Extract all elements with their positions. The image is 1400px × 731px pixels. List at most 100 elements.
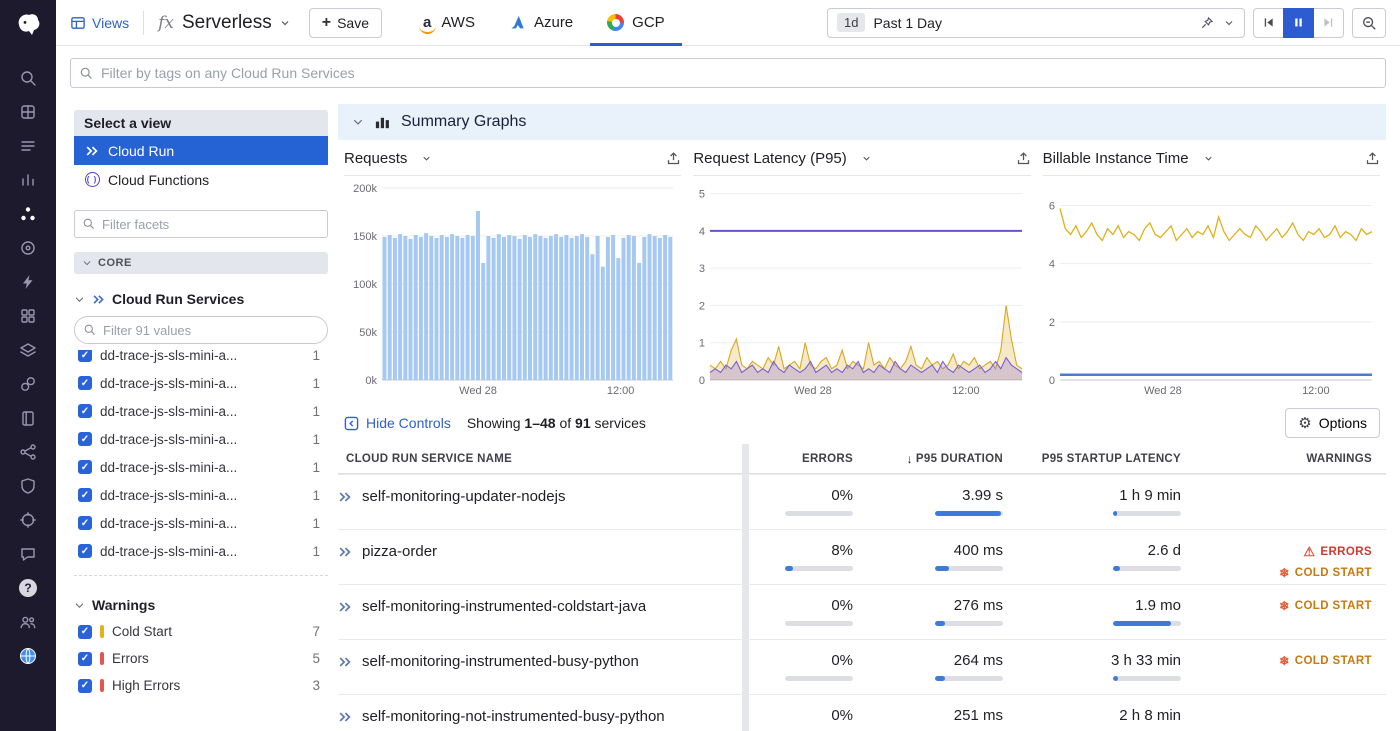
col-header-duration[interactable]: ↓ P95 DURATION [853,452,1003,466]
chart-title[interactable]: Billable Instance Time [1043,150,1189,167]
chart-title[interactable]: Request Latency (P95) [693,150,846,167]
checkbox-checked-icon[interactable]: ✓ [78,488,92,502]
page-title-dropdown[interactable]: fx Serverless [158,12,291,34]
network-icon[interactable] [18,442,38,462]
checkbox-checked-icon[interactable]: ✓ [78,404,92,418]
main-content: Summary Graphs Requests 0k50k100k150k200… [338,96,1400,731]
chart-title[interactable]: Requests [344,150,407,167]
options-button[interactable]: ⚙ Options [1285,408,1380,438]
service-name: pizza-order [362,543,437,560]
time-range-picker[interactable]: 1d Past 1 Day [827,8,1245,38]
service-checkbox-row[interactable]: ✓dd-trace-js-sls-mini-a...1 [74,537,328,565]
checkbox-checked-icon[interactable]: ✓ [78,350,92,362]
service-checkbox-row[interactable]: ✓dd-trace-js-sls-mini-a...1 [74,397,328,425]
export-icon[interactable] [1016,151,1031,166]
service-catalog-icon[interactable] [18,340,38,360]
table-row[interactable]: self-monitoring-instrumented-busy-python… [338,639,1386,694]
cold-start-badge[interactable]: ❄COLD START [1181,655,1372,667]
checkbox-checked-icon[interactable]: ✓ [78,544,92,558]
export-icon[interactable] [1365,151,1380,166]
table-row[interactable]: self-monitoring-not-instrumented-busy-py… [338,694,1386,731]
checkbox-checked-icon[interactable]: ✓ [78,460,92,474]
chevron-down-icon [74,294,85,305]
datadog-logo[interactable] [13,9,43,39]
warning-checkbox-row[interactable]: ✓ High Errors 3 [74,672,328,699]
integrations-icon[interactable] [18,374,38,394]
chevron-down-icon[interactable] [421,153,432,164]
cold-start-badge[interactable]: ❄COLD START [1181,600,1372,612]
service-checkbox-row[interactable]: ✓dd-trace-js-sls-mini-a...1 [74,425,328,453]
col-header-warnings[interactable]: WARNINGS [1181,453,1386,465]
column-scrollbar[interactable] [742,444,749,473]
col-header-errors[interactable]: ERRORS [749,453,853,465]
service-checkbox-row[interactable]: ✓dd-trace-js-sls-mini-a...1 [74,453,328,481]
core-section-header[interactable]: CORE [74,252,328,274]
infrastructure-icon[interactable] [18,102,38,122]
col-header-startup[interactable]: P95 STARTUP LATENCY [1003,453,1181,465]
errors-badge[interactable]: ⚠ERRORS [1181,545,1372,558]
views-button[interactable]: Views [70,15,129,31]
tab-gcp[interactable]: GCP [590,0,682,46]
checkbox-checked-icon[interactable]: ✓ [78,652,92,666]
latency-chart[interactable]: 012345Wed 2812:00 [693,180,1030,398]
service-checkbox-row[interactable]: ✓dd-trace-js-sls-mini-a...1 [74,481,328,509]
notebooks-icon[interactable] [18,408,38,428]
services-facet-header[interactable]: Cloud Run Services [74,286,328,312]
startup-value: 2.6 d [1003,542,1181,559]
table-row[interactable]: pizza-order 8% 400 ms 2.6 d ⚠ERRORS ❄COL… [338,529,1386,584]
cold-start-badge[interactable]: ❄COLD START [1181,567,1372,579]
chat-icon[interactable] [18,544,38,564]
warning-checkbox-row[interactable]: ✓ Errors 5 [74,645,328,672]
logs-icon[interactable] [18,136,38,156]
table-row[interactable]: self-monitoring-updater-nodejs 0% 3.99 s… [338,474,1386,529]
search-icon[interactable] [18,68,38,88]
hide-controls-button[interactable]: Hide Controls [344,415,451,431]
ci-icon[interactable] [18,306,38,326]
chevron-down-icon[interactable] [1203,153,1214,164]
warning-checkbox-row[interactable]: ✓ Cold Start 7 [74,618,328,645]
checkbox-checked-icon[interactable]: ✓ [78,376,92,390]
checkbox-checked-icon[interactable]: ✓ [78,625,92,639]
skip-back-button[interactable] [1253,8,1284,38]
monitors-icon[interactable] [18,510,38,530]
service-filter-input[interactable] [74,316,328,344]
tab-azure[interactable]: Azure [492,0,590,46]
checkbox-checked-icon[interactable]: ✓ [78,432,92,446]
requests-chart[interactable]: 0k50k100k150k200kWed 2812:00 [344,180,681,398]
save-button[interactable]: + Save [309,8,382,38]
table-row[interactable]: self-monitoring-instrumented-coldstart-j… [338,584,1386,639]
pause-button[interactable] [1283,8,1314,38]
chevron-down-icon[interactable] [352,116,364,128]
cloud-run-icon [338,655,352,669]
checkbox-checked-icon[interactable]: ✓ [78,516,92,530]
view-item-cloud-run[interactable]: Cloud Run [74,136,328,165]
tag-filter-input[interactable] [70,58,1386,88]
zoom-out-button[interactable] [1352,8,1386,38]
warnings-facet-header[interactable]: Warnings [74,592,328,618]
organization-icon[interactable] [18,612,38,632]
service-checkbox-row[interactable]: ✓dd-trace-js-sls-mini-a...1 [74,369,328,397]
pin-icon[interactable] [1200,16,1214,30]
view-item-cloud-functions[interactable]: ( ) Cloud Functions [74,165,328,194]
help-icon[interactable]: ? [18,578,38,598]
metrics-icon[interactable] [18,170,38,190]
checkbox-checked-icon[interactable]: ✓ [78,679,92,693]
billable-chart[interactable]: 0246Wed 2812:00 [1043,180,1380,398]
errors-bar [785,621,853,626]
chevron-down-icon[interactable] [1223,17,1235,29]
apm-icon[interactable] [18,238,38,258]
error-tracking-icon[interactable] [18,272,38,292]
serverless-icon[interactable] [18,204,38,224]
security-icon[interactable] [18,476,38,496]
export-icon[interactable] [666,151,681,166]
summary-graphs-band[interactable]: Summary Graphs [338,104,1386,140]
region-icon[interactable] [18,646,38,666]
tab-aws[interactable]: a AWS [404,0,492,46]
cloud-functions-icon: ( ) [84,172,100,187]
service-checkbox-row[interactable]: ✓dd-trace-js-sls-mini-a...1 [74,509,328,537]
service-checkbox-row[interactable]: ✓dd-trace-js-sls-mini-a...1 [74,350,328,369]
col-header-name[interactable]: CLOUD RUN SERVICE NAME [338,453,742,465]
skip-forward-button[interactable] [1313,8,1344,38]
facet-filter-input[interactable] [74,210,328,238]
chevron-down-icon[interactable] [861,153,872,164]
